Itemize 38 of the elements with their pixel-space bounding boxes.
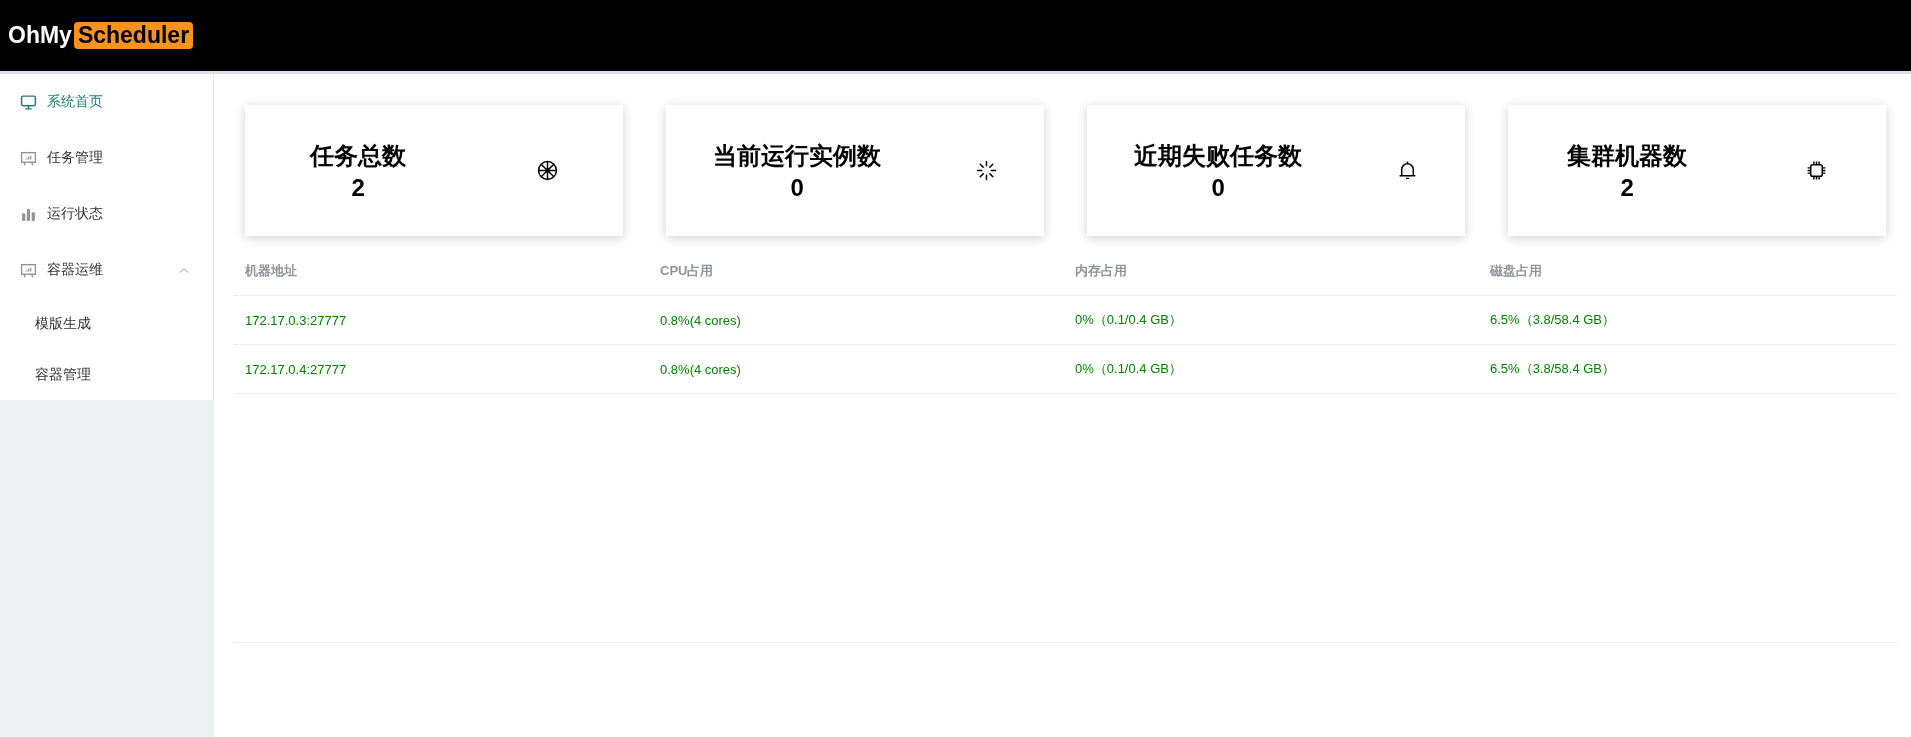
- presentation-board-icon: [20, 261, 37, 279]
- table-cell: 172.17.0.3:27777: [245, 312, 347, 328]
- presentation-board-icon: [20, 149, 37, 167]
- table-cell: 0%（0.1/0.4 GB）: [1075, 361, 1182, 376]
- column-header: 磁盘占用: [1490, 263, 1542, 278]
- sidebar-item[interactable]: 任务管理: [0, 130, 213, 186]
- card-value: 2: [1619, 173, 1635, 202]
- card-title: 近期失败任务数: [1134, 140, 1303, 171]
- sidebar-item[interactable]: 容器运维: [0, 242, 213, 298]
- card-value: 0: [1210, 173, 1226, 202]
- sidebar-item[interactable]: 系统首页: [0, 74, 213, 130]
- table-cell: 0%（0.1/0.4 GB）: [1075, 312, 1182, 327]
- card-title: 集群机器数: [1567, 140, 1688, 171]
- spinner-icon: [975, 160, 997, 181]
- card-value: 2: [350, 173, 366, 202]
- submenu-item[interactable]: 容器管理: [0, 349, 213, 400]
- chip-icon: [1805, 160, 1827, 181]
- monitor-icon: [20, 93, 37, 111]
- wheel-icon: [536, 160, 558, 181]
- card-title: 当前运行实例数: [713, 140, 882, 171]
- column-header: 内存占用: [1075, 263, 1127, 278]
- table-cell: 0.8%(4 cores): [660, 361, 741, 377]
- card-value: 0: [789, 173, 805, 202]
- column-header: CPU占用: [660, 263, 714, 278]
- submenu-item[interactable]: 模版生成: [0, 298, 213, 349]
- card-title: 任务总数: [310, 140, 407, 171]
- table-cell: 172.17.0.4:27777: [245, 361, 347, 377]
- sidebar-item[interactable]: 运行状态: [0, 186, 213, 242]
- table-cell: 6.5%（3.8/58.4 GB）: [1490, 361, 1615, 376]
- menu-label: 系统首页: [47, 93, 103, 111]
- menu-label: 任务管理: [47, 149, 103, 167]
- logo-badge: Scheduler: [73, 22, 194, 49]
- table-cell: 0.8%(4 cores): [660, 312, 741, 328]
- menu-label: 容器运维: [47, 261, 103, 279]
- column-header: 机器地址: [245, 263, 297, 278]
- logo-text: OhMy: [8, 22, 72, 49]
- table-cell: 6.5%（3.8/58.4 GB）: [1490, 312, 1615, 327]
- menu-label: 运行状态: [47, 205, 103, 223]
